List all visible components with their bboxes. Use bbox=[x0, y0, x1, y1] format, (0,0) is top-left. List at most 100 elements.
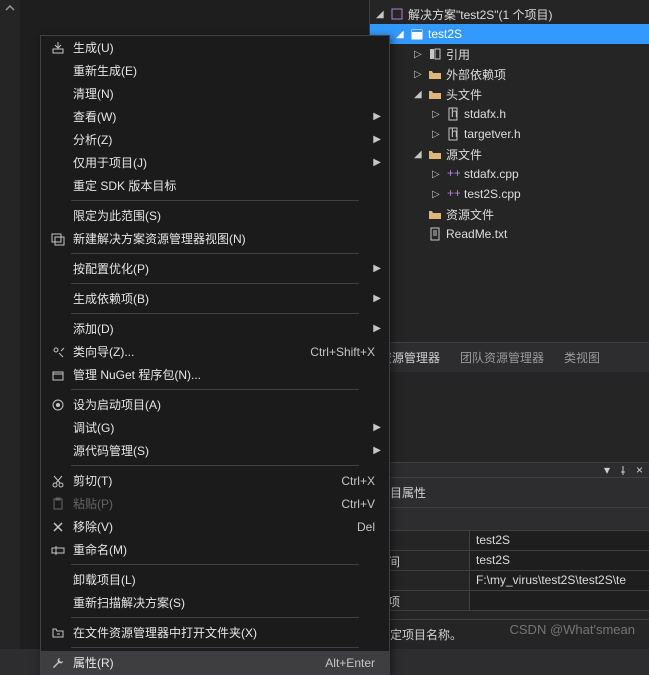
txt-file-icon bbox=[426, 227, 444, 241]
menu-open-folder[interactable]: 在文件资源管理器中打开文件夹(X) bbox=[41, 621, 389, 644]
menu-shortcut: Ctrl+X bbox=[341, 474, 383, 488]
solution-tree[interactable]: ◢ 解决方案"test2S"(1 个项目) ◢ test2S ▷ 引用 ▷ 外部… bbox=[370, 0, 649, 252]
menu-rename[interactable]: 重命名(M) bbox=[41, 538, 389, 561]
expand-icon[interactable]: ◢ bbox=[414, 89, 426, 100]
menu-shortcut: Ctrl+V bbox=[341, 497, 383, 511]
open-folder-icon bbox=[47, 626, 69, 640]
menu-source-control[interactable]: 源代码管理(S) ▶ bbox=[41, 439, 389, 462]
menu-project-only[interactable]: 仅用于项目(J) ▶ bbox=[41, 151, 389, 174]
property-value[interactable] bbox=[470, 591, 649, 610]
menu-clean[interactable]: 清理(N) bbox=[41, 82, 389, 105]
svg-text:++: ++ bbox=[447, 187, 460, 200]
menu-nuget[interactable]: 管理 NuGet 程序包(N)... bbox=[41, 363, 389, 386]
menu-debug[interactable]: 调试(G) ▶ bbox=[41, 416, 389, 439]
tree-label: stdafx.h bbox=[462, 107, 506, 121]
dropdown-arrow-icon[interactable]: ▾ bbox=[604, 463, 610, 477]
external-deps-node[interactable]: ▷ 外部依赖项 bbox=[370, 64, 649, 84]
expand-icon[interactable]: ◢ bbox=[396, 29, 408, 40]
file-node[interactable]: ▷ ++ stdafx.cpp bbox=[370, 164, 649, 184]
tab-class-view[interactable]: 类视图 bbox=[554, 343, 610, 372]
menu-label: 属性(R) bbox=[69, 654, 325, 671]
resource-files-node[interactable]: 资源文件 bbox=[370, 204, 649, 224]
menu-build-deps[interactable]: 生成依赖项(B) ▶ bbox=[41, 287, 389, 310]
menu-optimize[interactable]: 按配置优化(P) ▶ bbox=[41, 257, 389, 280]
property-row[interactable]: 赖项 bbox=[370, 591, 649, 611]
solution-explorer-panel: ◢ 解决方案"test2S"(1 个项目) ◢ test2S ▷ 引用 ▷ 外部… bbox=[369, 0, 649, 649]
h-file-icon: h bbox=[444, 127, 462, 141]
menu-separator bbox=[71, 647, 359, 648]
menu-scope-to[interactable]: 限定为此范围(S) bbox=[41, 204, 389, 227]
wrench-icon bbox=[47, 656, 69, 670]
svg-text:h: h bbox=[451, 107, 458, 120]
menu-label: 重新生成(E) bbox=[69, 62, 383, 79]
submenu-arrow-icon: ▶ bbox=[373, 445, 383, 456]
menu-unload[interactable]: 卸载项目(L) bbox=[41, 568, 389, 591]
expand-icon[interactable]: ▷ bbox=[414, 69, 426, 80]
menu-rebuild[interactable]: 重新生成(E) bbox=[41, 59, 389, 82]
class-wizard-icon bbox=[47, 345, 69, 359]
close-icon[interactable]: × bbox=[636, 463, 643, 477]
menu-separator bbox=[71, 564, 359, 565]
menu-startup[interactable]: 设为启动项目(A) bbox=[41, 393, 389, 416]
file-node[interactable]: ▷ h stdafx.h bbox=[370, 104, 649, 124]
menu-label: 在文件资源管理器中打开文件夹(X) bbox=[69, 624, 383, 641]
folder-icon bbox=[426, 67, 444, 81]
references-node[interactable]: ▷ 引用 bbox=[370, 44, 649, 64]
menu-properties[interactable]: 属性(R) Alt+Enter bbox=[41, 651, 389, 674]
menu-label: 类向导(Z)... bbox=[69, 343, 310, 360]
pin-icon[interactable] bbox=[618, 465, 628, 475]
menu-label: 按配置优化(P) bbox=[69, 260, 373, 277]
submenu-arrow-icon: ▶ bbox=[373, 422, 383, 433]
scroll-up-icon[interactable] bbox=[5, 3, 15, 13]
header-files-node[interactable]: ◢ 头文件 bbox=[370, 84, 649, 104]
property-value[interactable]: test2S bbox=[470, 551, 649, 570]
menu-analyze[interactable]: 分析(Z) ▶ bbox=[41, 128, 389, 151]
menu-paste: 粘贴(P) Ctrl+V bbox=[41, 492, 389, 515]
menu-new-view[interactable]: 新建解决方案资源管理器视图(N) bbox=[41, 227, 389, 250]
menu-build[interactable]: 生成(U) bbox=[41, 36, 389, 59]
menu-label: 剪切(T) bbox=[69, 472, 341, 489]
tree-label: 外部依赖项 bbox=[444, 66, 506, 83]
tree-label: 资源文件 bbox=[444, 206, 494, 223]
folder-icon bbox=[426, 147, 444, 161]
menu-label: 粘贴(P) bbox=[69, 495, 341, 512]
submenu-arrow-icon: ▶ bbox=[373, 323, 383, 334]
menu-add[interactable]: 添加(D) ▶ bbox=[41, 317, 389, 340]
property-value[interactable]: test2S bbox=[470, 531, 649, 550]
menu-shortcut: Alt+Enter bbox=[325, 656, 383, 670]
file-node[interactable]: ReadMe.txt bbox=[370, 224, 649, 244]
solution-node[interactable]: ◢ 解决方案"test2S"(1 个项目) bbox=[370, 4, 649, 24]
menu-separator bbox=[71, 253, 359, 254]
property-row[interactable]: F:\my_virus\test2S\test2S\te bbox=[370, 571, 649, 591]
menu-label: 管理 NuGet 程序包(N)... bbox=[69, 366, 383, 383]
tree-label: test2S.cpp bbox=[462, 187, 521, 201]
project-node[interactable]: ◢ test2S bbox=[370, 24, 649, 44]
file-node[interactable]: ▷ ++ test2S.cpp bbox=[370, 184, 649, 204]
expand-icon[interactable]: ◢ bbox=[414, 149, 426, 160]
menu-shortcut: Del bbox=[357, 520, 383, 534]
tree-label: 源文件 bbox=[444, 146, 482, 163]
svg-text:h: h bbox=[451, 127, 458, 140]
menu-remove[interactable]: 移除(V) Del bbox=[41, 515, 389, 538]
wrench-icon[interactable] bbox=[378, 512, 641, 526]
menu-retarget[interactable]: 重定 SDK 版本目标 bbox=[41, 174, 389, 197]
source-files-node[interactable]: ◢ 源文件 bbox=[370, 144, 649, 164]
menu-cut[interactable]: 剪切(T) Ctrl+X bbox=[41, 469, 389, 492]
property-row[interactable]: test2S bbox=[370, 531, 649, 551]
expand-icon[interactable]: ▷ bbox=[414, 49, 426, 60]
menu-label: 卸载项目(L) bbox=[69, 571, 383, 588]
file-node[interactable]: ▷ h targetver.h bbox=[370, 124, 649, 144]
properties-header: 项目属性 bbox=[370, 477, 649, 507]
submenu-arrow-icon: ▶ bbox=[373, 263, 383, 274]
properties-grid[interactable]: test2S 空间 test2S F:\my_virus\test2S\test… bbox=[370, 530, 649, 611]
tab-team-explorer[interactable]: 团队资源管理器 bbox=[450, 343, 554, 372]
property-row[interactable]: 空间 test2S bbox=[370, 551, 649, 571]
expand-icon[interactable]: ◢ bbox=[376, 9, 388, 20]
menu-rescan[interactable]: 重新扫描解决方案(S) bbox=[41, 591, 389, 614]
tree-label: ReadMe.txt bbox=[444, 227, 507, 241]
menu-class-wizard[interactable]: 类向导(Z)... Ctrl+Shift+X bbox=[41, 340, 389, 363]
watermark: CSDN @What'smean bbox=[510, 622, 636, 637]
menu-view[interactable]: 查看(W) ▶ bbox=[41, 105, 389, 128]
property-value[interactable]: F:\my_virus\test2S\test2S\te bbox=[470, 571, 649, 590]
menu-separator bbox=[71, 389, 359, 390]
